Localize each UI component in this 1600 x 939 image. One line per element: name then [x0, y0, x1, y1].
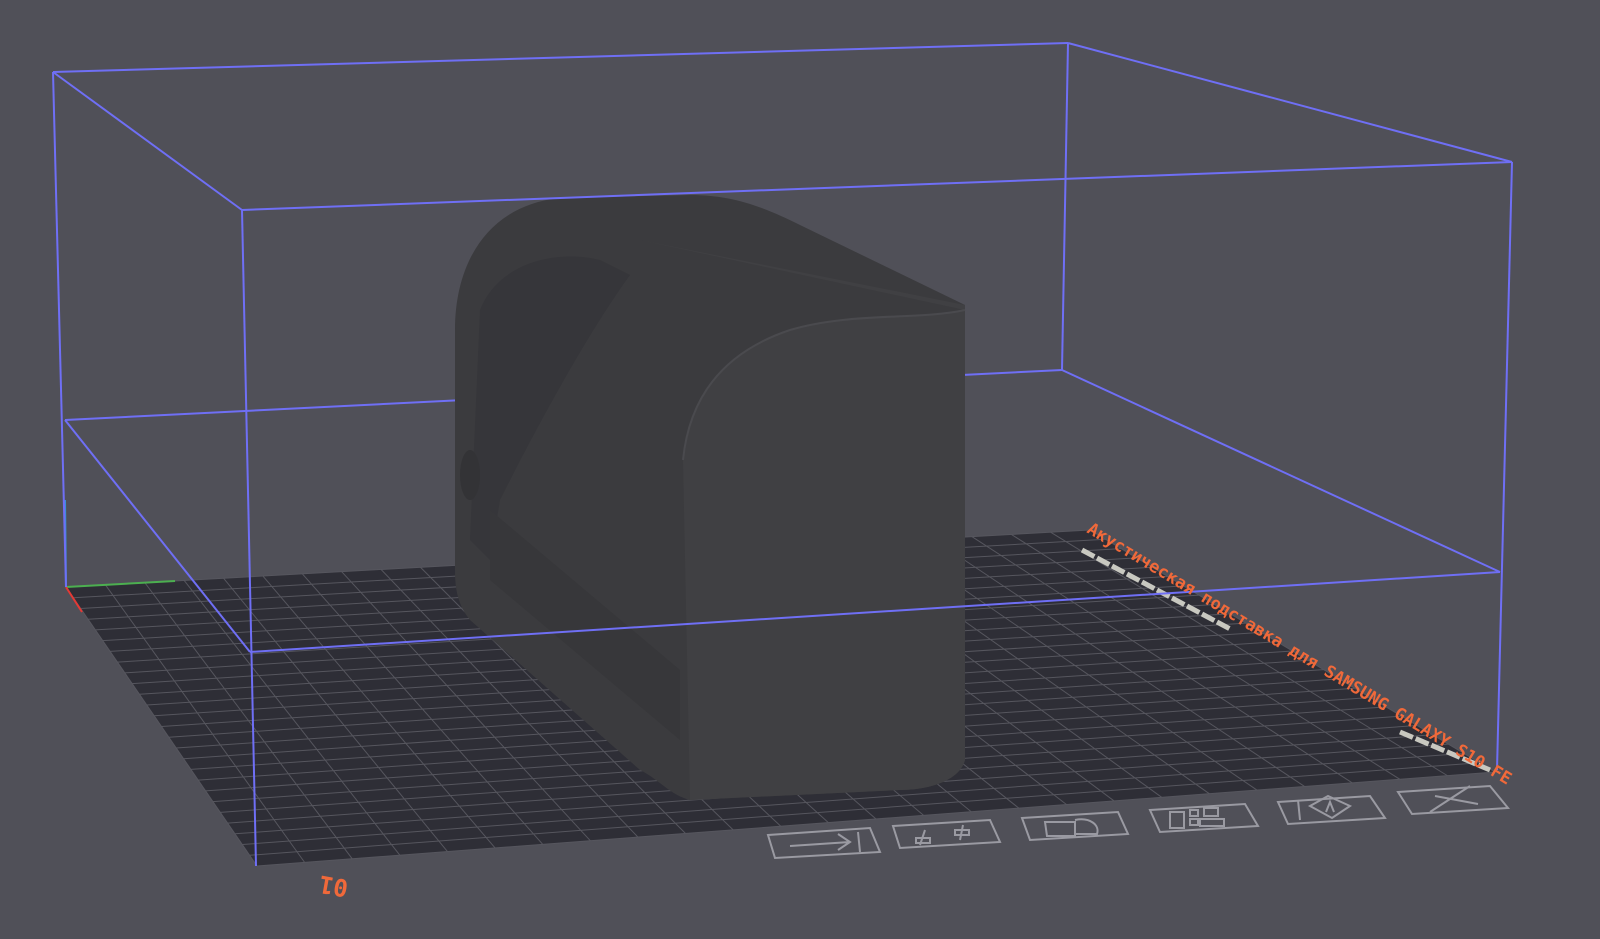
arrange-button[interactable] — [1148, 802, 1260, 834]
lock-icon — [1043, 818, 1099, 837]
plate-number[interactable]: 01 — [317, 870, 350, 903]
scene[interactable]: Акустическая подставка для SAMSUNG GALAX… — [0, 0, 1600, 935]
arrange-icon — [1169, 807, 1225, 829]
plate-settings-button[interactable] — [891, 818, 1002, 850]
delete-plate-button[interactable] — [1396, 784, 1511, 816]
3d-viewport[interactable]: Акустическая подставка для SAMSUNG GALAX… — [0, 0, 1600, 935]
sliders-icon — [915, 824, 970, 846]
auto-orient-button[interactable] — [1276, 794, 1387, 826]
lock-plate-button[interactable] — [1020, 810, 1130, 842]
pick-plate-button[interactable] — [766, 826, 882, 860]
pick-icon — [789, 831, 861, 853]
